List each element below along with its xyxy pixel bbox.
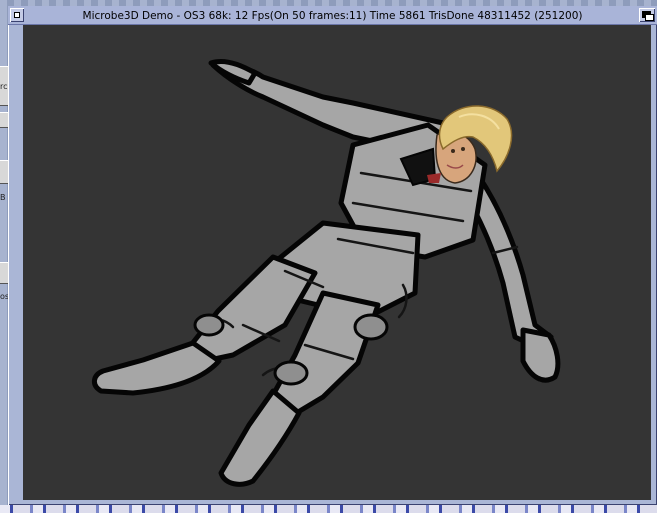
background-window-fragment — [0, 505, 657, 513]
model-boot-left — [92, 340, 222, 396]
model-boot-right — [218, 388, 302, 487]
window-titlebar[interactable]: Microbe3D Demo - OS3 68k: 12 Fps(On 50 f… — [8, 6, 657, 25]
model-hand-right — [520, 327, 561, 383]
rendered-character-model — [92, 58, 561, 487]
3d-render-viewport[interactable] — [23, 25, 651, 500]
microbe3d-demo-window[interactable]: Microbe3D Demo - OS3 68k: 12 Fps(On 50 f… — [8, 6, 657, 505]
close-gadget-icon[interactable] — [10, 8, 24, 22]
window-title: Microbe3D Demo - OS3 68k: 12 Fps(On 50 f… — [82, 10, 583, 22]
amiga-desktop: rc B os Microbe3D Demo - OS3 68k: 12 Fps… — [0, 0, 657, 513]
model-leg-left — [188, 254, 318, 364]
depth-gadget-icon[interactable] — [639, 8, 655, 22]
